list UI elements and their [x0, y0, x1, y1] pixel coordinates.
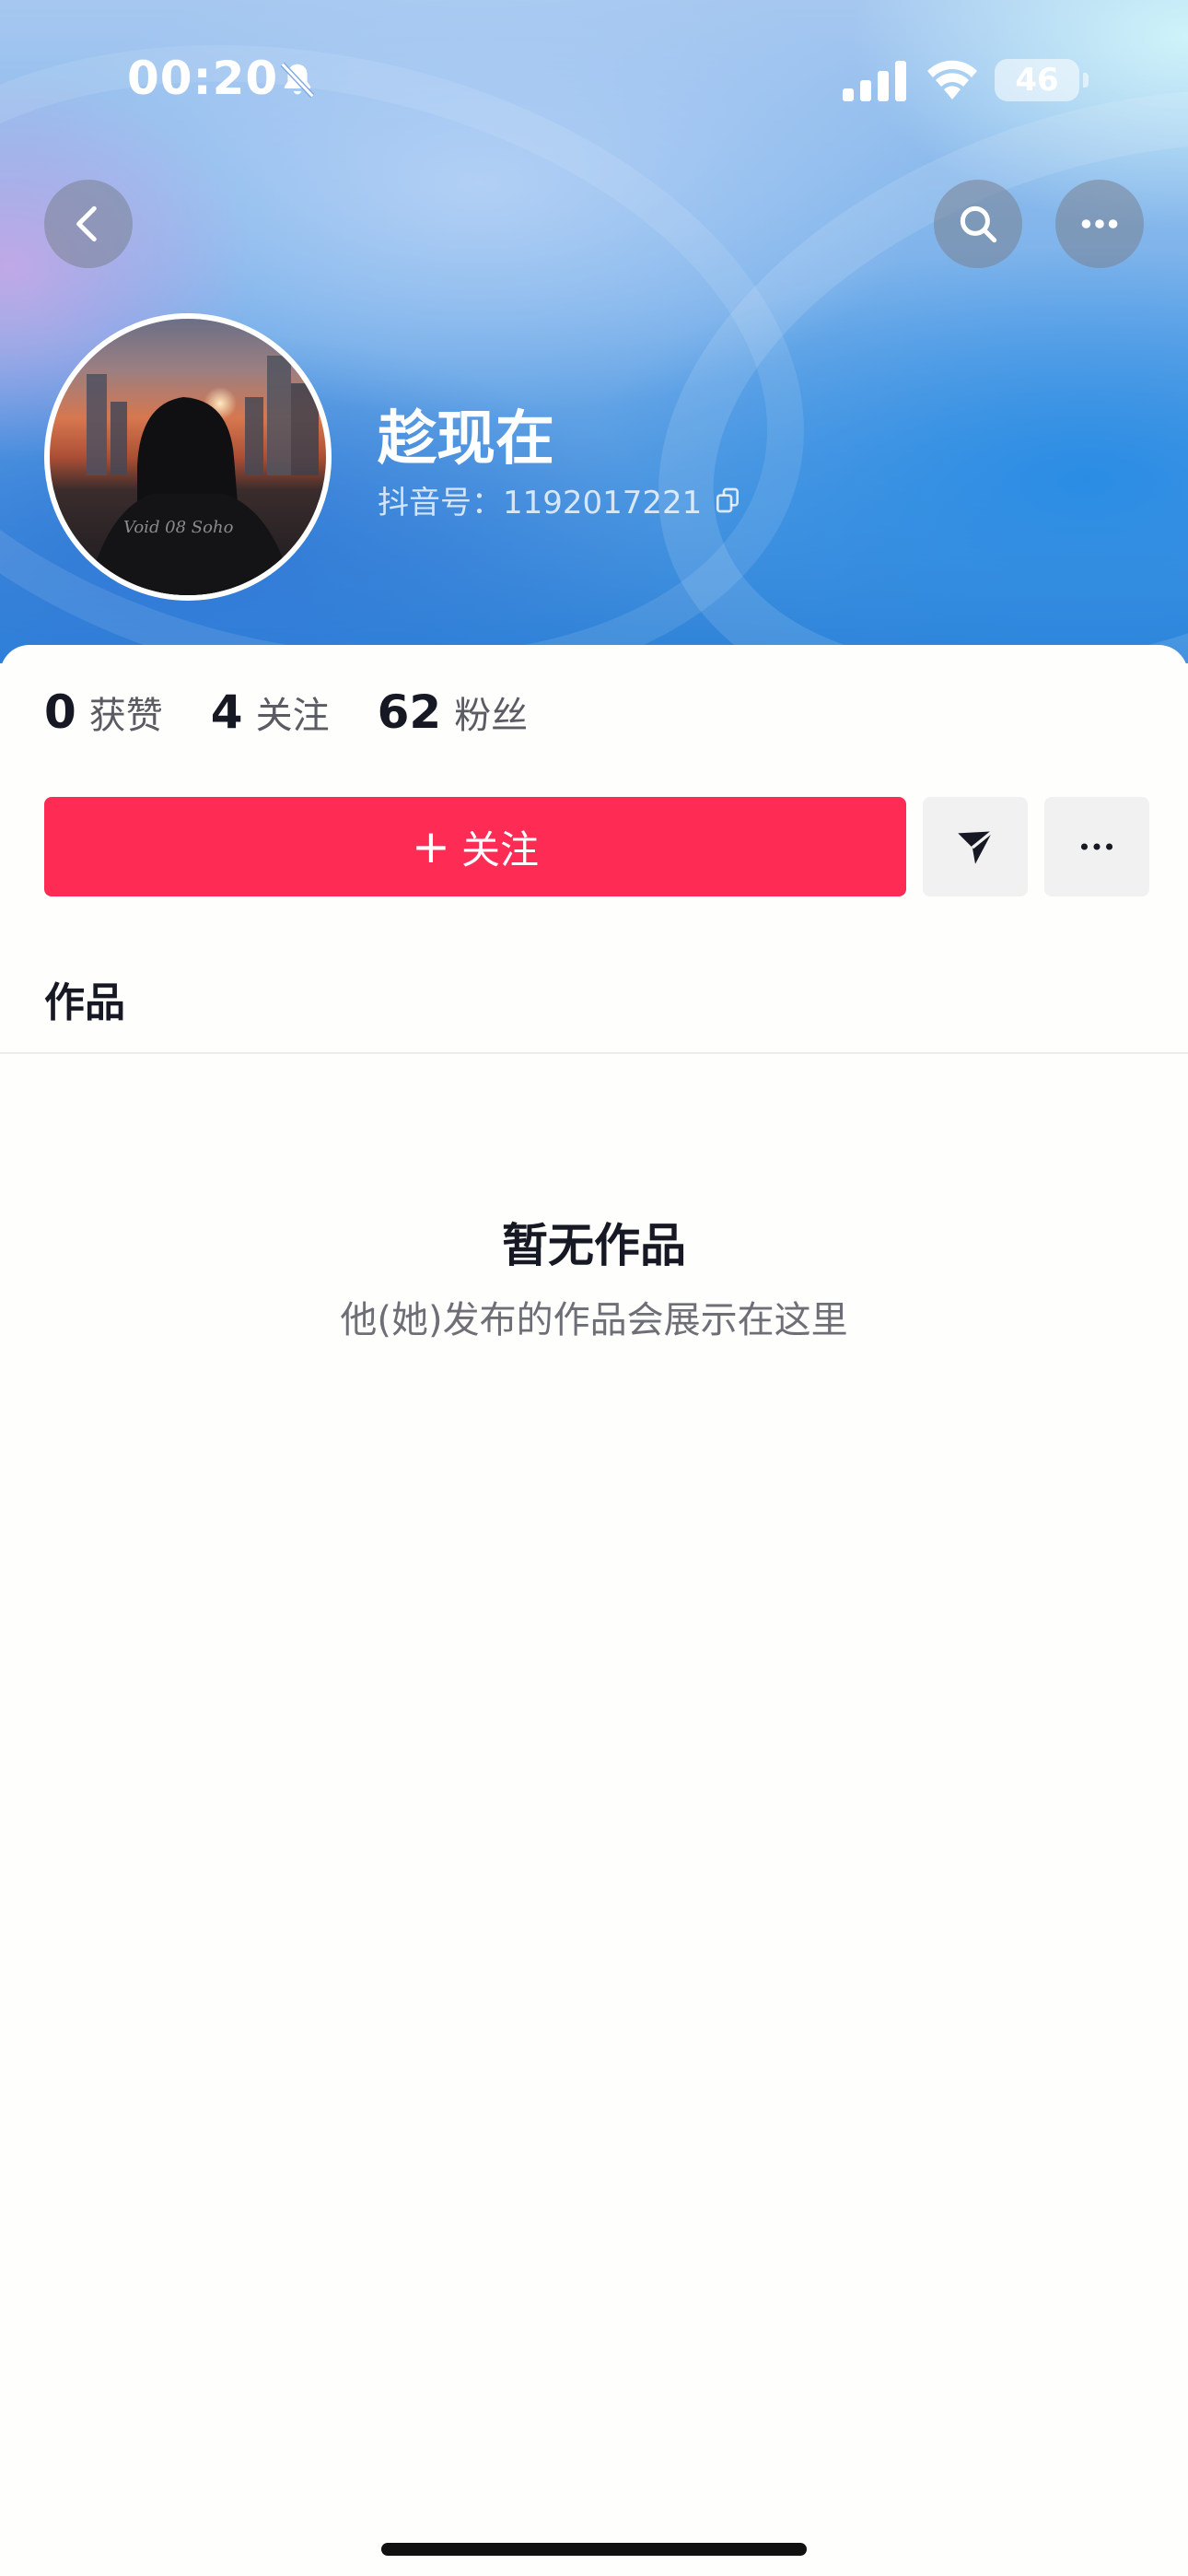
more-icon	[1081, 219, 1118, 228]
more-icon	[1080, 843, 1113, 850]
battery-cap	[1083, 73, 1089, 88]
stat-label: 关注	[255, 695, 330, 737]
back-button[interactable]	[44, 180, 133, 268]
search-icon	[960, 205, 997, 243]
svg-text:Void 08 Soho: Void 08 Soho	[123, 518, 234, 537]
plus-icon: +	[412, 820, 450, 873]
empty-state-subtitle: 他(她)发布的作品会展示在这里	[340, 1299, 848, 1341]
avatar[interactable]: Void 08 Soho	[44, 313, 332, 601]
divider	[0, 1052, 1188, 1054]
home-indicator[interactable]	[381, 2543, 807, 2556]
follow-button[interactable]: + 关注	[44, 797, 906, 896]
copy-icon[interactable]	[713, 486, 742, 515]
battery-icon: 46	[995, 59, 1079, 101]
profile-name: 趁现在	[378, 405, 554, 474]
stat-label: 获赞	[88, 695, 163, 737]
profile-more-button[interactable]	[1044, 797, 1149, 896]
follow-label: 关注	[460, 826, 539, 872]
avatar-image: Void 08 Soho	[87, 356, 319, 595]
stat-value: 4	[210, 685, 243, 739]
status-time: 00:20	[127, 52, 279, 105]
back-icon	[76, 205, 97, 242]
douyin-id[interactable]: 抖音号：1192017221	[378, 477, 742, 522]
message-button[interactable]	[923, 797, 1028, 896]
douyin-id-text: 抖音号：1192017221	[378, 485, 703, 521]
send-icon	[958, 830, 994, 864]
stat-value: 0	[44, 685, 76, 739]
search-button[interactable]	[934, 180, 1022, 268]
tab-works[interactable]: 作品	[44, 969, 125, 1028]
more-options-button[interactable]	[1055, 180, 1144, 268]
wifi-icon	[927, 60, 977, 100]
profile-stats: 0 获赞 4 关注 62 粉丝	[44, 685, 576, 739]
stat-likes[interactable]: 0 获赞	[44, 685, 163, 739]
stat-value: 62	[377, 685, 442, 739]
bell-off-icon	[280, 62, 315, 99]
stat-label: 粉丝	[454, 695, 529, 737]
stat-followers[interactable]: 62 粉丝	[378, 685, 529, 739]
empty-state-title: 暂无作品	[502, 1219, 686, 1272]
stat-following[interactable]: 4 关注	[211, 685, 330, 739]
profile-card: 0 获赞 4 关注 62 粉丝 + 关注 作品 暂无作品 他(她)发布的作品会展…	[0, 645, 1188, 2576]
signal-icon	[843, 61, 906, 101]
